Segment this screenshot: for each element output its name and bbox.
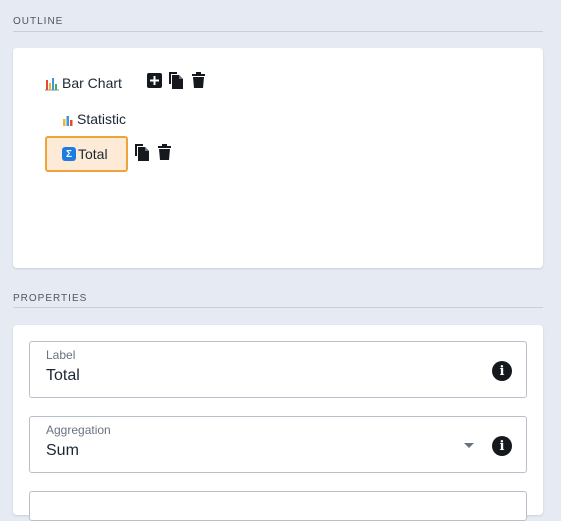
delete-button[interactable] <box>156 143 172 161</box>
copy-icon <box>135 143 149 161</box>
aggregation-select[interactable]: Aggregation Sum i <box>29 416 527 473</box>
next-field-partial[interactable] <box>29 491 527 521</box>
duplicate-button[interactable] <box>134 143 150 161</box>
tree-node-label: Total <box>78 146 108 162</box>
tree-node-bar-chart[interactable]: Bar Chart <box>44 72 122 94</box>
tree-node-statistic[interactable]: Statistic <box>62 108 126 130</box>
aggregation-field-value: Sum <box>46 442 79 459</box>
properties-divider <box>13 307 543 308</box>
outline-section-title: OUTLINE <box>13 16 64 27</box>
add-box-icon <box>146 72 162 88</box>
tree-node-total-selected[interactable]: Σ Total <box>45 136 128 172</box>
tree-node-label: Statistic <box>77 111 127 127</box>
bar-chart-icon <box>44 75 60 91</box>
duplicate-button[interactable] <box>168 71 184 89</box>
delete-button[interactable] <box>190 71 206 89</box>
trash-icon <box>191 72 205 88</box>
add-child-button[interactable] <box>146 71 162 89</box>
sigma-icon: Σ <box>62 147 76 161</box>
outline-divider <box>13 31 543 32</box>
info-icon[interactable]: i <box>492 361 512 381</box>
small-bar-chart-icon <box>62 113 74 126</box>
total-actions <box>134 143 172 161</box>
properties-section-title: PROPERTIES <box>13 293 88 304</box>
tree-node-label: Bar Chart <box>62 75 122 91</box>
copy-icon <box>169 71 183 89</box>
trash-icon <box>157 144 171 160</box>
aggregation-field-label: Aggregation <box>46 423 111 437</box>
outline-panel: Bar Chart Statistic Σ Total <box>13 48 543 268</box>
info-icon[interactable]: i <box>492 436 512 456</box>
label-field-value[interactable]: Total <box>46 367 80 385</box>
bar-chart-actions <box>146 71 206 89</box>
label-field-label: Label <box>46 348 76 362</box>
label-field[interactable]: Label Total i <box>29 341 527 398</box>
dropdown-caret-icon[interactable] <box>464 443 474 448</box>
